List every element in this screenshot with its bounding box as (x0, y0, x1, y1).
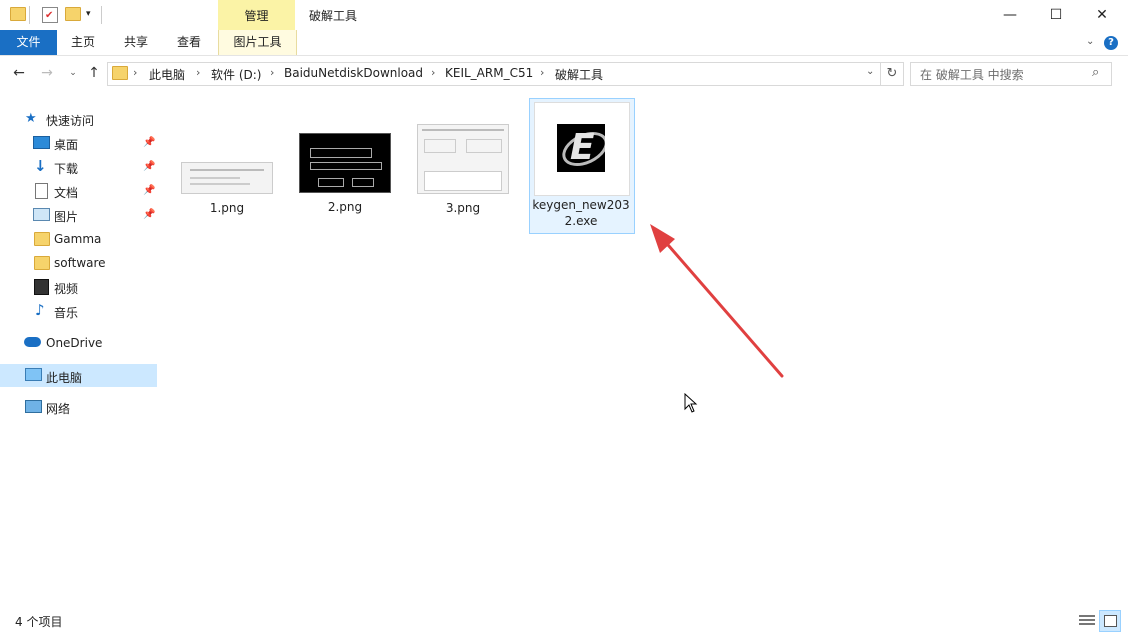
sidebar-label: 图片 (54, 210, 79, 224)
document-icon (35, 183, 48, 199)
tab-picture-tools[interactable]: 图片工具 (218, 30, 297, 55)
file-name: keygen_new2032.exe (532, 198, 630, 228)
tab-share[interactable]: 共享 (115, 30, 157, 55)
pin-icon[interactable]: 📌 (143, 185, 155, 196)
download-arrow-icon: ↓ (34, 157, 47, 175)
picture-icon (33, 208, 50, 221)
network-icon (25, 400, 42, 413)
sidebar-item-music[interactable]: ♪ 音乐 (0, 300, 157, 322)
properties-icon[interactable]: ✔ (42, 7, 58, 23)
folder-icon (10, 7, 26, 23)
sidebar-label: 音乐 (54, 306, 79, 320)
up-arrow-icon[interactable]: ↑ (85, 64, 103, 82)
address-dropdown-icon[interactable]: ⌄ (866, 66, 874, 77)
tab-view[interactable]: 查看 (168, 30, 210, 55)
sidebar-item-pictures[interactable]: 图片 📌 (0, 204, 157, 226)
file-thumbnail (299, 133, 391, 193)
file-name: 1.png (209, 201, 245, 215)
sidebar-label: software (54, 256, 106, 270)
pin-icon[interactable]: 📌 (143, 209, 155, 220)
computer-icon (25, 368, 42, 381)
status-item-count: 4 个项目 (15, 615, 63, 629)
file-item[interactable]: 1.png (175, 100, 279, 216)
sidebar-item-network[interactable]: 网络 (0, 396, 157, 418)
back-arrow-icon[interactable]: ← (10, 64, 28, 82)
search-placeholder: 在 破解工具 中搜索 (920, 68, 1024, 82)
star-icon: ★ (25, 111, 37, 126)
sidebar-label: Gamma (54, 232, 102, 246)
file-thumbnail: E (534, 102, 630, 196)
chevron-right-icon[interactable]: › (270, 66, 274, 79)
file-name: 3.png (445, 201, 481, 215)
sidebar-label: 下载 (54, 162, 79, 176)
cloud-icon (24, 337, 41, 347)
annotation-arrow (650, 224, 784, 378)
sidebar-item-desktop[interactable]: 桌面 📌 (0, 132, 157, 154)
file-item[interactable]: 2.png (293, 100, 397, 215)
sidebar-label: 桌面 (54, 138, 79, 152)
chevron-right-icon[interactable]: › (431, 66, 435, 79)
music-note-icon: ♪ (35, 301, 45, 319)
chevron-right-icon[interactable]: › (540, 66, 544, 79)
file-thumbnail (417, 124, 509, 194)
sidebar-item-documents[interactable]: 文档 📌 (0, 180, 157, 202)
folder-icon (34, 256, 50, 270)
title-bar (0, 0, 1128, 30)
sidebar-label: OneDrive (46, 336, 103, 350)
customize-quick-access-icon[interactable]: ▾ (86, 9, 91, 19)
tab-home[interactable]: 主页 (62, 30, 104, 55)
sidebar-item-software[interactable]: software (0, 252, 157, 274)
expand-ribbon-icon[interactable]: ⌄ (1086, 36, 1094, 47)
sidebar-label: 视频 (54, 282, 79, 296)
breadcrumb-this-pc[interactable]: 此电脑 (149, 66, 185, 83)
divider (29, 6, 30, 24)
tab-manage[interactable]: 管理 (218, 0, 295, 30)
folder-icon (112, 66, 128, 80)
file-thumbnail (181, 162, 273, 194)
file-item[interactable]: 3.png (411, 100, 515, 216)
new-folder-icon[interactable] (65, 7, 81, 23)
sidebar-label: 文档 (54, 186, 79, 200)
sidebar-item-quick-access[interactable]: ★ 快速访问 (0, 108, 157, 130)
pin-icon[interactable]: 📌 (143, 137, 155, 148)
folder-icon (34, 232, 50, 246)
sidebar-item-onedrive[interactable]: OneDrive (0, 332, 157, 354)
breadcrumb-baidunetdiskdownload[interactable]: BaiduNetdiskDownload (284, 66, 423, 80)
sidebar-item-videos[interactable]: 视频 (0, 276, 157, 298)
forward-arrow-icon[interactable]: → (38, 64, 56, 82)
breadcrumb-drive-d[interactable]: 软件 (D:) (211, 66, 261, 83)
sidebar-label: 此电脑 (46, 371, 83, 385)
mouse-cursor-icon (684, 393, 698, 413)
details-view-icon[interactable] (1079, 613, 1095, 627)
breadcrumb-keil-arm-c51[interactable]: KEIL_ARM_C51 (445, 66, 533, 80)
file-name: 2.png (327, 200, 363, 214)
breadcrumb-current-folder[interactable]: 破解工具 (555, 66, 603, 83)
arrow-shaft (660, 236, 784, 378)
sidebar-item-downloads[interactable]: ↓ 下载 📌 (0, 156, 157, 178)
sidebar-label: 网络 (46, 402, 71, 416)
pin-icon[interactable]: 📌 (143, 161, 155, 172)
maximize-button[interactable]: ☐ (1033, 0, 1079, 30)
chevron-right-icon[interactable]: › (196, 66, 200, 79)
window-title: 破解工具 (309, 9, 358, 23)
chevron-right-icon[interactable]: › (133, 66, 137, 79)
sidebar-label: 快速访问 (46, 114, 95, 128)
sidebar-item-gamma[interactable]: Gamma (0, 228, 157, 250)
close-button[interactable]: ✕ (1079, 0, 1125, 30)
keygen-app-icon: E (557, 124, 605, 172)
sidebar-item-this-pc[interactable]: 此电脑 (0, 364, 157, 387)
minimize-button[interactable]: — (987, 0, 1033, 30)
recent-locations-icon[interactable]: ⌄ (64, 64, 82, 82)
desktop-icon (33, 136, 50, 149)
refresh-icon[interactable]: ↻ (880, 62, 904, 86)
search-icon[interactable]: ⌕ (1092, 65, 1099, 80)
divider (101, 6, 102, 24)
large-icons-view-icon[interactable] (1099, 610, 1121, 632)
film-icon (34, 279, 49, 295)
help-icon[interactable]: ? (1104, 36, 1118, 50)
tab-file[interactable]: 文件 (0, 30, 57, 55)
